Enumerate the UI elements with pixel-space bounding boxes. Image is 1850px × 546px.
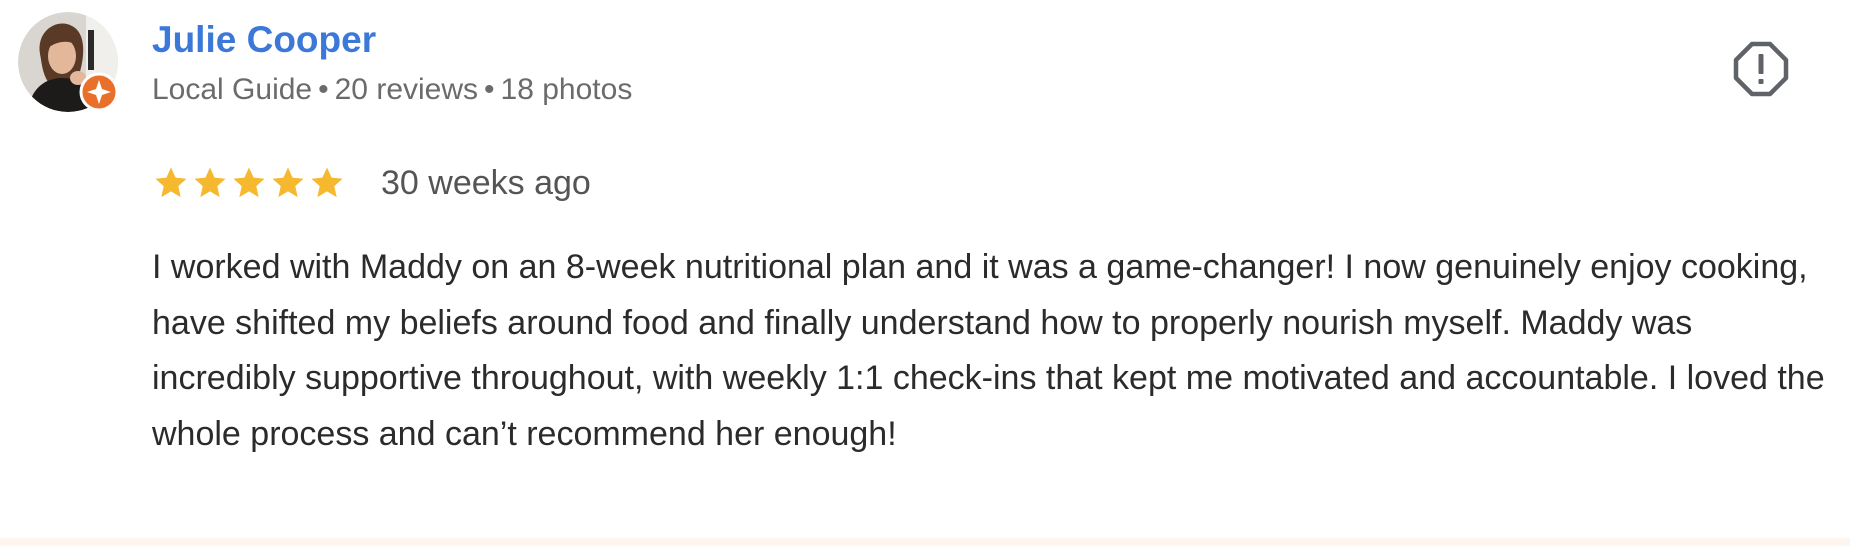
avatar[interactable]	[18, 12, 119, 112]
star-icon	[194, 167, 226, 198]
star-icon	[272, 167, 304, 198]
meta-separator: •	[484, 73, 495, 106]
card-bottom-edge	[0, 538, 1850, 546]
local-guide-badge-icon	[79, 72, 119, 112]
star-icon	[233, 167, 265, 198]
star-rating	[152, 164, 347, 202]
reviewer-role: Local Guide	[152, 73, 313, 106]
reviewer-review-count: 20 reviews	[334, 73, 479, 106]
review-date: 30 weeks ago	[381, 164, 591, 202]
star-icon	[155, 167, 187, 198]
report-flag-icon[interactable]	[1732, 40, 1790, 98]
reviewer-name[interactable]: Julie Cooper	[152, 18, 376, 62]
star-icon	[311, 167, 343, 198]
reviewer-meta: Local Guide • 20 reviews • 18 photos	[152, 70, 632, 110]
review-card: Julie Cooper Local Guide • 20 reviews • 18 p…	[0, 0, 1850, 546]
review-text: I worked with Maddy on an 8-week nutriti…	[152, 248, 1825, 453]
meta-separator: •	[318, 73, 329, 106]
rating-row: 30 weeks ago	[152, 160, 591, 206]
reviewer-photo-count: 18 photos	[500, 73, 633, 106]
